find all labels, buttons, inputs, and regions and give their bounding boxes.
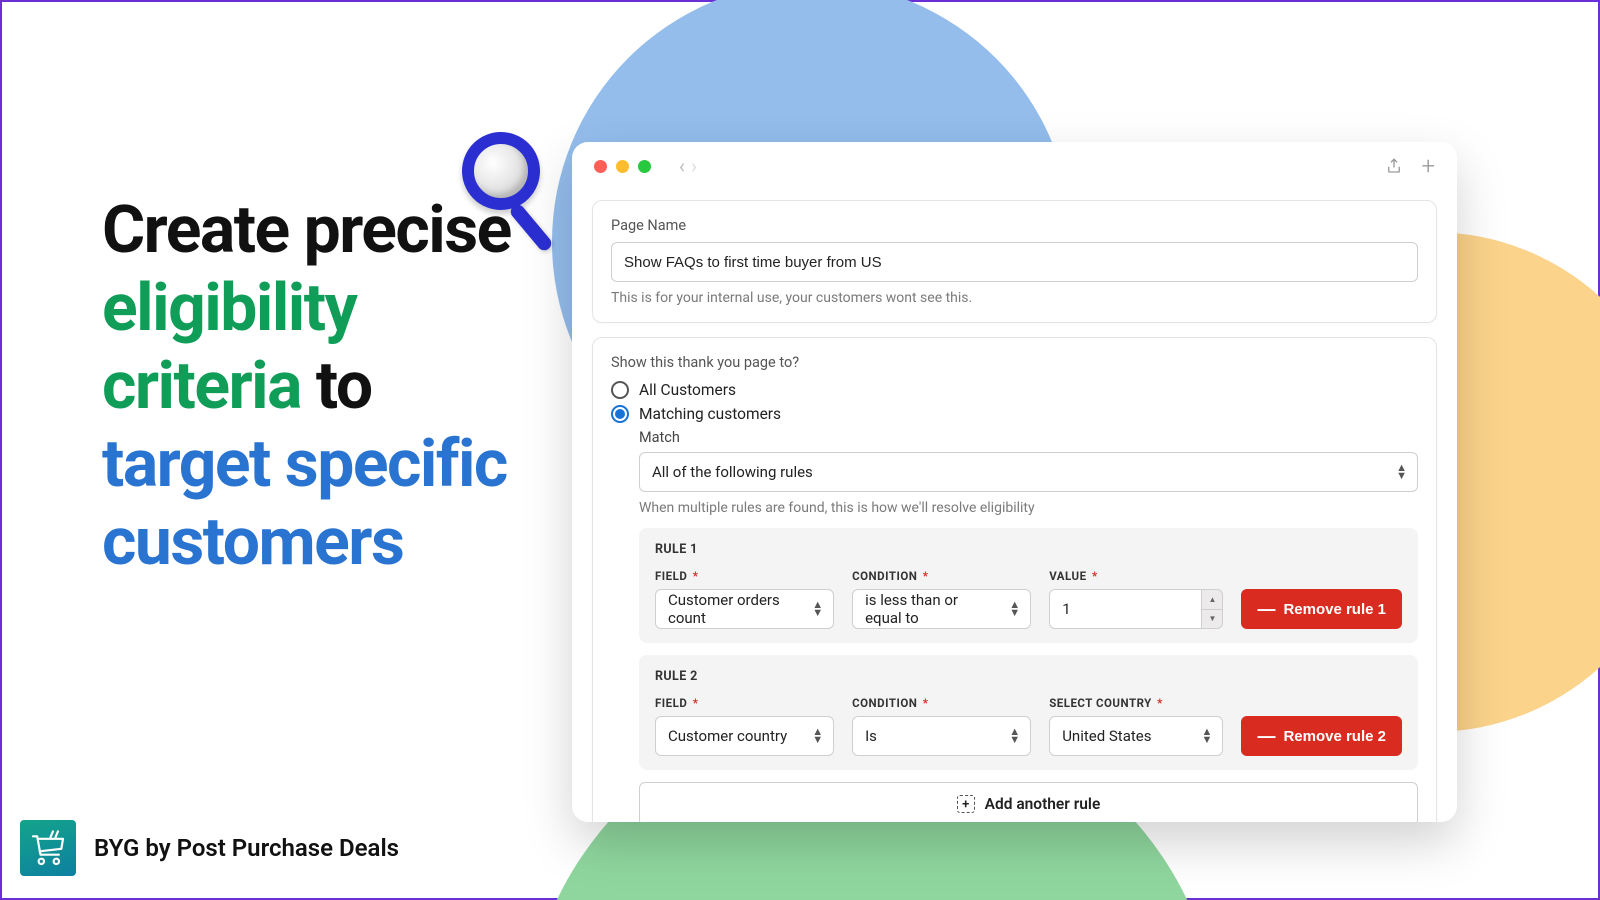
marketing-frame: Create precise eligibility criteria to t… xyxy=(0,0,1600,900)
page-name-helper: This is for your internal use, your cust… xyxy=(611,290,1418,306)
window-traffic-lights xyxy=(594,160,651,173)
rule-field-label: FIELD * xyxy=(655,569,834,583)
add-dashed-plus-icon: + xyxy=(957,795,975,813)
rule-field-select[interactable]: Customer country ▲▼ xyxy=(655,716,834,756)
rule-condition-select[interactable]: is less than or equal to ▲▼ xyxy=(852,589,1031,629)
rule-value-label: VALUE * xyxy=(1049,569,1223,583)
radio-icon xyxy=(611,381,629,399)
rule-field-select[interactable]: Customer orders count ▲▼ xyxy=(655,589,834,629)
audience-matching-label: Matching customers xyxy=(639,405,781,423)
rule-value-select-value: United States xyxy=(1062,727,1151,745)
select-chevrons-icon: ▲▼ xyxy=(812,601,823,617)
headline-suffix: to xyxy=(301,348,372,425)
rule-value-select[interactable]: United States ▲▼ xyxy=(1049,716,1223,756)
add-rule-button[interactable]: + Add another rule xyxy=(639,782,1418,822)
rule-condition-label: CONDITION * xyxy=(852,696,1031,710)
select-chevrons-icon: ▲▼ xyxy=(1009,728,1020,744)
radio-checked-icon xyxy=(611,405,629,423)
rule-field-label: FIELD * xyxy=(655,696,834,710)
audience-all-radio[interactable]: All Customers xyxy=(611,381,1418,399)
audience-prompt: Show this thank you page to? xyxy=(611,354,1418,371)
nav-back-icon[interactable]: ‹ xyxy=(679,156,685,176)
window-body: Page Name This is for your internal use,… xyxy=(572,190,1457,822)
rule-value-number-input[interactable]: 1 ▲▼ xyxy=(1049,589,1223,629)
nav-forward-icon[interactable]: › xyxy=(691,156,697,176)
match-select[interactable]: All of the following rules ▲▼ xyxy=(639,452,1418,492)
rule-field-value: Customer orders count xyxy=(668,591,799,627)
select-chevrons-icon: ▲▼ xyxy=(1396,464,1407,480)
rule-field-value: Customer country xyxy=(668,727,787,745)
window-titlebar: ‹ › + xyxy=(572,142,1457,190)
window-minimize-icon[interactable] xyxy=(616,160,629,173)
rule-condition-value: Is xyxy=(865,727,877,745)
window-maximize-icon[interactable] xyxy=(638,160,651,173)
stepper-down-icon[interactable]: ▼ xyxy=(1202,610,1222,629)
stepper-up-icon[interactable]: ▲ xyxy=(1202,590,1222,610)
app-branding: BYG by Post Purchase Deals xyxy=(20,820,399,876)
rule-condition-label: CONDITION * xyxy=(852,569,1031,583)
brand-logo-icon xyxy=(20,820,76,876)
share-icon[interactable] xyxy=(1385,157,1403,175)
page-name-card: Page Name This is for your internal use,… xyxy=(592,200,1437,323)
audience-card: Show this thank you page to? All Custome… xyxy=(592,337,1437,822)
remove-rule-label: Remove rule 2 xyxy=(1283,728,1386,745)
page-name-input[interactable] xyxy=(611,242,1418,282)
rule-condition-select[interactable]: Is ▲▼ xyxy=(852,716,1031,756)
number-stepper[interactable]: ▲▼ xyxy=(1201,589,1223,629)
app-window: ‹ › + Page Name This is for your interna… xyxy=(572,142,1457,822)
window-close-icon[interactable] xyxy=(594,160,607,173)
add-rule-label: Add another rule xyxy=(985,795,1101,813)
rule-title: RULE 2 xyxy=(655,669,1402,684)
add-tab-icon[interactable]: + xyxy=(1421,157,1435,175)
audience-matching-radio[interactable]: Matching customers xyxy=(611,405,1418,423)
rule-title: RULE 1 xyxy=(655,542,1402,557)
page-name-label: Page Name xyxy=(611,217,1418,234)
rule-condition-value: is less than or equal to xyxy=(865,591,996,627)
select-chevrons-icon: ▲▼ xyxy=(812,728,823,744)
rule-value-number-display: 1 xyxy=(1049,589,1201,629)
remove-rule-button[interactable]: — Remove rule 1 xyxy=(1241,589,1402,629)
brand-name: BYG by Post Purchase Deals xyxy=(94,834,399,862)
remove-rule-label: Remove rule 1 xyxy=(1283,601,1386,618)
headline-line1: Create precise xyxy=(102,192,511,269)
select-chevrons-icon: ▲▼ xyxy=(1202,728,1213,744)
match-helper: When multiple rules are found, this is h… xyxy=(639,500,1418,516)
remove-rule-button[interactable]: — Remove rule 2 xyxy=(1241,716,1402,756)
rule-card: RULE 2 FIELD * Customer country ▲▼ CONDI… xyxy=(639,655,1418,770)
audience-all-label: All Customers xyxy=(639,381,736,399)
rule-value-label: SELECT COUNTRY * xyxy=(1049,696,1223,710)
select-chevrons-icon: ▲▼ xyxy=(1009,601,1020,617)
marketing-headline: Create precise eligibility criteria to t… xyxy=(102,192,542,581)
headline-highlight-blue: target specific customers xyxy=(102,426,507,581)
match-select-value: All of the following rules xyxy=(652,463,813,481)
rule-card: RULE 1 FIELD * Customer orders count ▲▼ … xyxy=(639,528,1418,643)
match-label: Match xyxy=(639,429,1418,446)
